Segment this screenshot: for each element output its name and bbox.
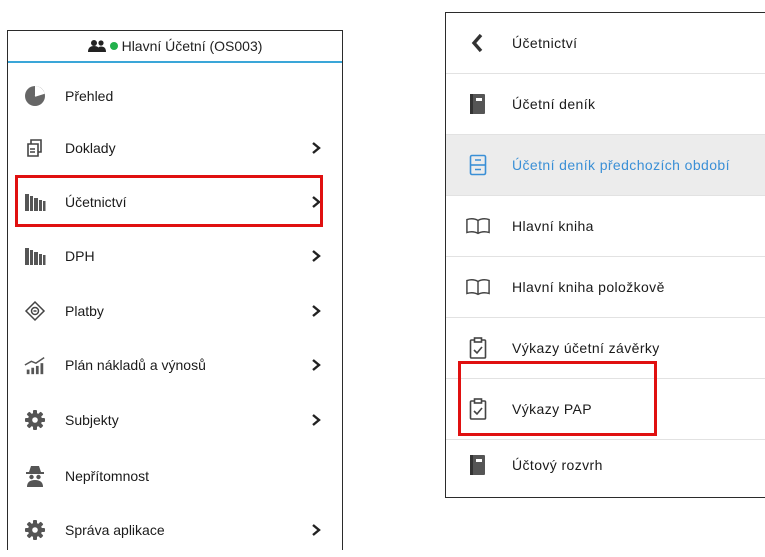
chevron-right-icon — [312, 142, 321, 154]
ledger-book-icon — [466, 453, 490, 477]
menu-item-label: Subjekty — [65, 412, 119, 428]
ledger-book-icon — [466, 92, 490, 116]
menu-item-label: DPH — [65, 248, 95, 264]
submenu-item-label: Výkazy účetní závěrky — [512, 340, 660, 356]
chevron-left-icon — [466, 31, 490, 55]
chevron-right-icon — [312, 305, 321, 317]
clipboard-check-icon — [466, 397, 490, 421]
online-status-dot — [109, 42, 118, 50]
books-icon — [24, 245, 46, 267]
bar-growth-icon — [24, 354, 46, 376]
menu-item-dph[interactable]: DPH — [8, 229, 342, 283]
chevron-right-icon — [312, 414, 321, 426]
chevron-right-icon — [312, 359, 321, 371]
chevron-right-icon — [312, 196, 321, 208]
gear-icon — [24, 519, 46, 541]
menu-item-label: Přehled — [65, 88, 114, 104]
submenu-item-label: Účetní deník předchozích období — [512, 157, 730, 173]
user-role-header[interactable]: Hlavní Účetní (OS003) — [8, 31, 342, 63]
submenu-item-ucetni-denik-predchozich[interactable]: Účetní deník předchozích období — [446, 135, 765, 195]
menu-item-prehled[interactable]: Přehled — [8, 69, 342, 123]
gear-icon — [24, 409, 46, 431]
archive-cabinet-icon — [466, 153, 490, 177]
submenu-item-label: Účtový rozvrh — [512, 457, 603, 473]
menu-item-sprava-aplikace[interactable]: Správa aplikace — [8, 503, 342, 557]
menu-item-ucetnictvi[interactable]: Účetnictví — [8, 175, 342, 229]
submenu-item-label: Účetní deník — [512, 96, 596, 112]
pie-chart-icon — [24, 85, 46, 107]
submenu-item-hlavni-kniha[interactable]: Hlavní kniha — [446, 196, 765, 256]
submenu-item-hlavni-kniha-polozkove[interactable]: Hlavní kniha položkově — [446, 257, 765, 317]
menu-item-neprritomnost[interactable]: Nepřítomnost — [8, 449, 342, 503]
submenu-item-ucetni-denik[interactable]: Účetní deník — [446, 74, 765, 134]
menu-item-plan-nakladu[interactable]: Plán nákladů a výnosů — [8, 338, 342, 392]
clipboard-check-icon — [466, 336, 490, 360]
menu-item-label: Doklady — [65, 140, 116, 156]
chevron-right-icon — [312, 250, 321, 262]
users-icon — [87, 40, 108, 52]
menu-item-label: Nepřítomnost — [65, 468, 150, 484]
submenu-panel: Účetnictví Účetní deník Účetní deník pře… — [445, 12, 765, 498]
menu-item-doklady[interactable]: Doklady — [8, 121, 342, 175]
submenu-item-vykazy-pap[interactable]: Výkazy PAP — [446, 379, 765, 439]
books-icon — [24, 191, 46, 213]
menu-item-label: Plán nákladů a výnosů — [65, 357, 206, 373]
menu-item-subjekty[interactable]: Subjekty — [8, 393, 342, 447]
open-book-icon — [466, 275, 490, 299]
submenu-back-button[interactable]: Účetnictví — [446, 13, 765, 73]
menu-item-label: Správa aplikace — [65, 522, 165, 538]
menu-item-label: Platby — [65, 303, 104, 319]
user-role-label: Hlavní Účetní (OS003) — [121, 38, 263, 54]
submenu-item-label: Výkazy PAP — [512, 401, 592, 417]
submenu-item-vykazy-ucetni-zaverky[interactable]: Výkazy účetní závěrky — [446, 318, 765, 378]
submenu-item-label: Hlavní kniha položkově — [512, 279, 665, 295]
money-icon — [24, 300, 46, 322]
menu-item-platby[interactable]: Platby — [8, 284, 342, 338]
submenu-item-uctovy-rozvrh[interactable]: Účtový rozvrh — [446, 435, 765, 495]
submenu-title: Účetnictví — [512, 35, 578, 51]
documents-icon — [24, 137, 46, 159]
spy-icon — [24, 465, 46, 487]
main-menu-panel: Hlavní Účetní (OS003) Přehled Doklady Úč… — [7, 30, 343, 550]
chevron-right-icon — [312, 524, 321, 536]
menu-item-label: Účetnictví — [65, 194, 127, 210]
submenu-item-label: Hlavní kniha — [512, 218, 594, 234]
open-book-icon — [466, 214, 490, 238]
